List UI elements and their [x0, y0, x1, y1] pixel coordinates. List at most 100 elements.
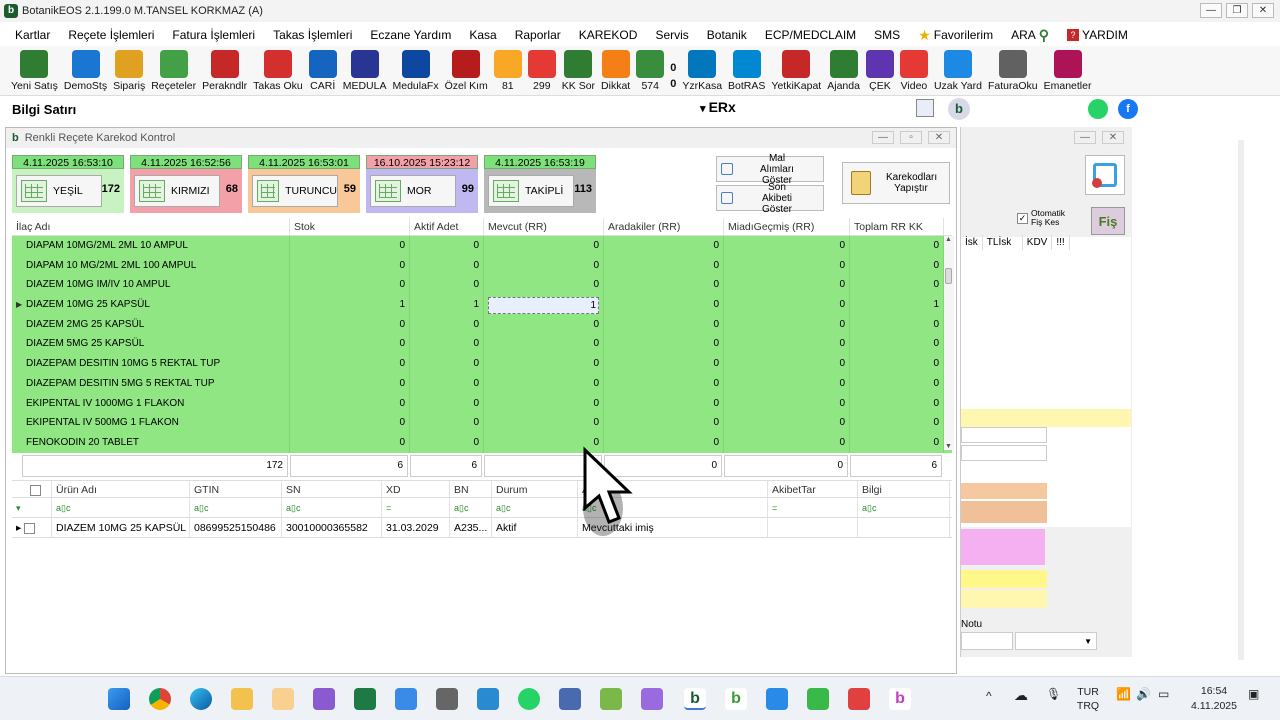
- vscode-icon[interactable]: [766, 688, 788, 710]
- table-row[interactable]: DIAZEPAM DESITIN 5MG 5 REKTAL TUP 0 0 0 0 0 0: [12, 373, 952, 394]
- table-row[interactable]: DIAZEPAM DESITIN 10MG 5 REKTAL TUP 0 0 0 0 0 0: [12, 354, 952, 374]
- filter-cell[interactable]: =: [768, 498, 858, 517]
- toolbar-button-19[interactable]: Ajanda: [824, 46, 863, 95]
- toolbar-button-2[interactable]: Sipariş: [110, 46, 148, 95]
- menu-kartlar[interactable]: Kartlar: [6, 28, 59, 42]
- botanik-small-icon[interactable]: b: [948, 98, 970, 120]
- column-header[interactable]: Ürün Adı: [52, 481, 190, 497]
- spreadsheet-icon[interactable]: [477, 688, 499, 710]
- row-checkbox[interactable]: ▸: [12, 518, 52, 537]
- select-all-checkbox[interactable]: [12, 481, 52, 497]
- tool-icon[interactable]: [272, 688, 294, 710]
- menu-favorilerim[interactable]: ★ Favorilerim: [909, 27, 1002, 44]
- toolbar-button-8[interactable]: MedulaFx: [389, 46, 441, 95]
- toolbar-button-24[interactable]: Emanetler: [1041, 46, 1095, 95]
- filter-cell[interactable]: a▯c: [52, 498, 190, 517]
- toolbar-button-10[interactable]: 81: [491, 46, 525, 95]
- column-header[interactable]: SN: [282, 481, 382, 497]
- toolbar-button-4[interactable]: Perakndlr: [199, 46, 250, 95]
- table-row[interactable]: DIAZEM 2MG 25 KAPSÜL 0 0 0 0 0 0: [12, 314, 952, 335]
- column-header[interactable]: Durum: [492, 481, 578, 497]
- table-row[interactable]: EKIPENTAL IV 500MG 1 FLAKON 0 0 0 0 0 0: [12, 413, 952, 433]
- status-button-4[interactable]: TAKİPLİ: [488, 175, 574, 207]
- toolbar-button-23[interactable]: FaturaOku: [985, 46, 1041, 95]
- wifi-icon[interactable]: 📶: [1116, 687, 1131, 701]
- menu-raporlar[interactable]: Raporlar: [506, 28, 570, 42]
- input-box[interactable]: [961, 445, 1047, 461]
- toolbar-button-12[interactable]: KK Sor: [559, 46, 598, 95]
- toolbar-button-20[interactable]: ÇEK: [863, 46, 897, 95]
- menu-ara[interactable]: ARA ⚲: [1002, 27, 1058, 44]
- whatsapp-taskbar-icon[interactable]: [518, 688, 540, 710]
- toolbar-button-22[interactable]: Uzak Yard: [931, 46, 985, 95]
- botanik-taskbar-icon[interactable]: b: [684, 688, 706, 710]
- explorer-icon[interactable]: [231, 688, 253, 710]
- window-minimize-button[interactable]: —: [872, 131, 894, 144]
- calculator-icon[interactable]: [436, 688, 458, 710]
- toolbar-button-13[interactable]: Dikkat: [598, 46, 633, 95]
- detail-row[interactable]: ▸ DIAZEM 10MG 25 KAPSÜL 08699525150486 300…: [12, 518, 952, 538]
- side-scrollbar[interactable]: [1238, 140, 1244, 660]
- table-row[interactable]: DIAZEM 10MG IM/IV 10 AMPUL 0 0 0 0 0 0: [12, 275, 952, 296]
- window-close-button[interactable]: ✕: [928, 131, 950, 144]
- toolbar-button-16[interactable]: YzrKasa: [679, 46, 725, 95]
- input-box[interactable]: [961, 427, 1047, 443]
- minimize-button[interactable]: —: [1200, 3, 1222, 18]
- close-button[interactable]: ✕: [1252, 3, 1274, 18]
- toolbar-button-17[interactable]: BotRAS: [725, 46, 768, 95]
- erx-icon[interactable]: ▾ ERx: [700, 99, 736, 115]
- toolbar-button-5[interactable]: Takas Oku: [250, 46, 306, 95]
- notepad-icon[interactable]: [600, 688, 622, 710]
- table-row[interactable]: DIAPAM 10 MG/2ML 2ML 100 AMPUL 0 0 0 0 0 0: [12, 255, 952, 276]
- scroll-up-icon[interactable]: ▲: [945, 236, 952, 243]
- toolbar-button-11[interactable]: 299: [525, 46, 559, 95]
- selected-cell[interactable]: 1: [488, 297, 599, 315]
- toolbar-button-15[interactable]: 00: [667, 46, 679, 95]
- whatsapp-icon[interactable]: [1088, 99, 1108, 119]
- table-row[interactable]: DIAZEM 5MG 25 KAPSÜL 0 0 0 0 0 0: [12, 334, 952, 355]
- visual-studio-2-icon[interactable]: [641, 688, 663, 710]
- column-header[interactable]: Mevcut (RR): [484, 218, 604, 235]
- menu-takas-islemleri[interactable]: Takas İşlemleri: [264, 28, 361, 42]
- column-header[interactable]: BN: [450, 481, 492, 497]
- menu-yardim[interactable]: ? YARDIM: [1058, 28, 1137, 42]
- app-icon[interactable]: [559, 688, 581, 710]
- status-button-0[interactable]: YEŞİL: [16, 175, 102, 207]
- menu-eczane-yardim[interactable]: Eczane Yardım: [361, 28, 460, 42]
- table-row[interactable]: ▶ DIAZEM 10MG 25 KAPSÜL 1 1 1 0 0 1: [12, 295, 952, 315]
- column-header[interactable]: Aradakiler (RR): [604, 218, 724, 235]
- menu-kasa[interactable]: Kasa: [460, 28, 505, 42]
- son-akibeti-button[interactable]: Son Akibeti Göster: [716, 182, 824, 215]
- restore-button[interactable]: ❐: [1226, 3, 1248, 18]
- filter-cell[interactable]: a▯c: [858, 498, 950, 517]
- toolbar-button-7[interactable]: MEDULA: [340, 46, 390, 95]
- notu-dropdown[interactable]: ▼: [1015, 632, 1097, 650]
- image-icon[interactable]: [916, 99, 934, 117]
- column-header[interactable]: Toplam RR KK: [850, 218, 944, 235]
- red-app-icon[interactable]: [848, 688, 870, 710]
- menu-botanik[interactable]: Botanik: [698, 28, 756, 42]
- tray-up-icon[interactable]: ^: [986, 689, 992, 703]
- chrome-icon[interactable]: [149, 688, 171, 710]
- table-row[interactable]: DIAPAM 10MG/2ML 2ML 10 AMPUL 0 0 0 0 0 0: [12, 236, 952, 256]
- toolbar-button-21[interactable]: Video: [897, 46, 931, 95]
- status-button-2[interactable]: TURUNCU: [252, 175, 338, 207]
- notification-icon[interactable]: ▣: [1248, 687, 1259, 701]
- botanik-pink-icon[interactable]: b: [889, 688, 911, 710]
- clock[interactable]: 16:54 4.11.2025: [1186, 684, 1242, 714]
- notu-input[interactable]: [961, 632, 1013, 650]
- toolbar-button-18[interactable]: YetkiKapat: [768, 46, 824, 95]
- column-header[interactable]: Aktif Adet: [410, 218, 484, 235]
- status-button-1[interactable]: KIRMIZI: [134, 175, 220, 207]
- column-header[interactable]: Stok: [290, 218, 410, 235]
- column-header[interactable]: İlaç Adı: [12, 218, 290, 235]
- menu-ecp-medclaim[interactable]: ECP/MEDCLAIM: [756, 28, 865, 42]
- menu-servis[interactable]: Servis: [646, 28, 697, 42]
- green-app-icon[interactable]: [807, 688, 829, 710]
- table-row[interactable]: EKIPENTAL IV 1000MG 1 FLAKON 0 0 0 0 0 0: [12, 393, 952, 414]
- toolbar-button-9[interactable]: Özel Kım: [442, 46, 491, 95]
- toolbar-button-14[interactable]: 574: [633, 46, 667, 95]
- column-header[interactable]: MiadıGeçmiş (RR): [724, 218, 850, 235]
- status-button-3[interactable]: MOR: [370, 175, 456, 207]
- toolbar-button-6[interactable]: CARİ: [306, 46, 340, 95]
